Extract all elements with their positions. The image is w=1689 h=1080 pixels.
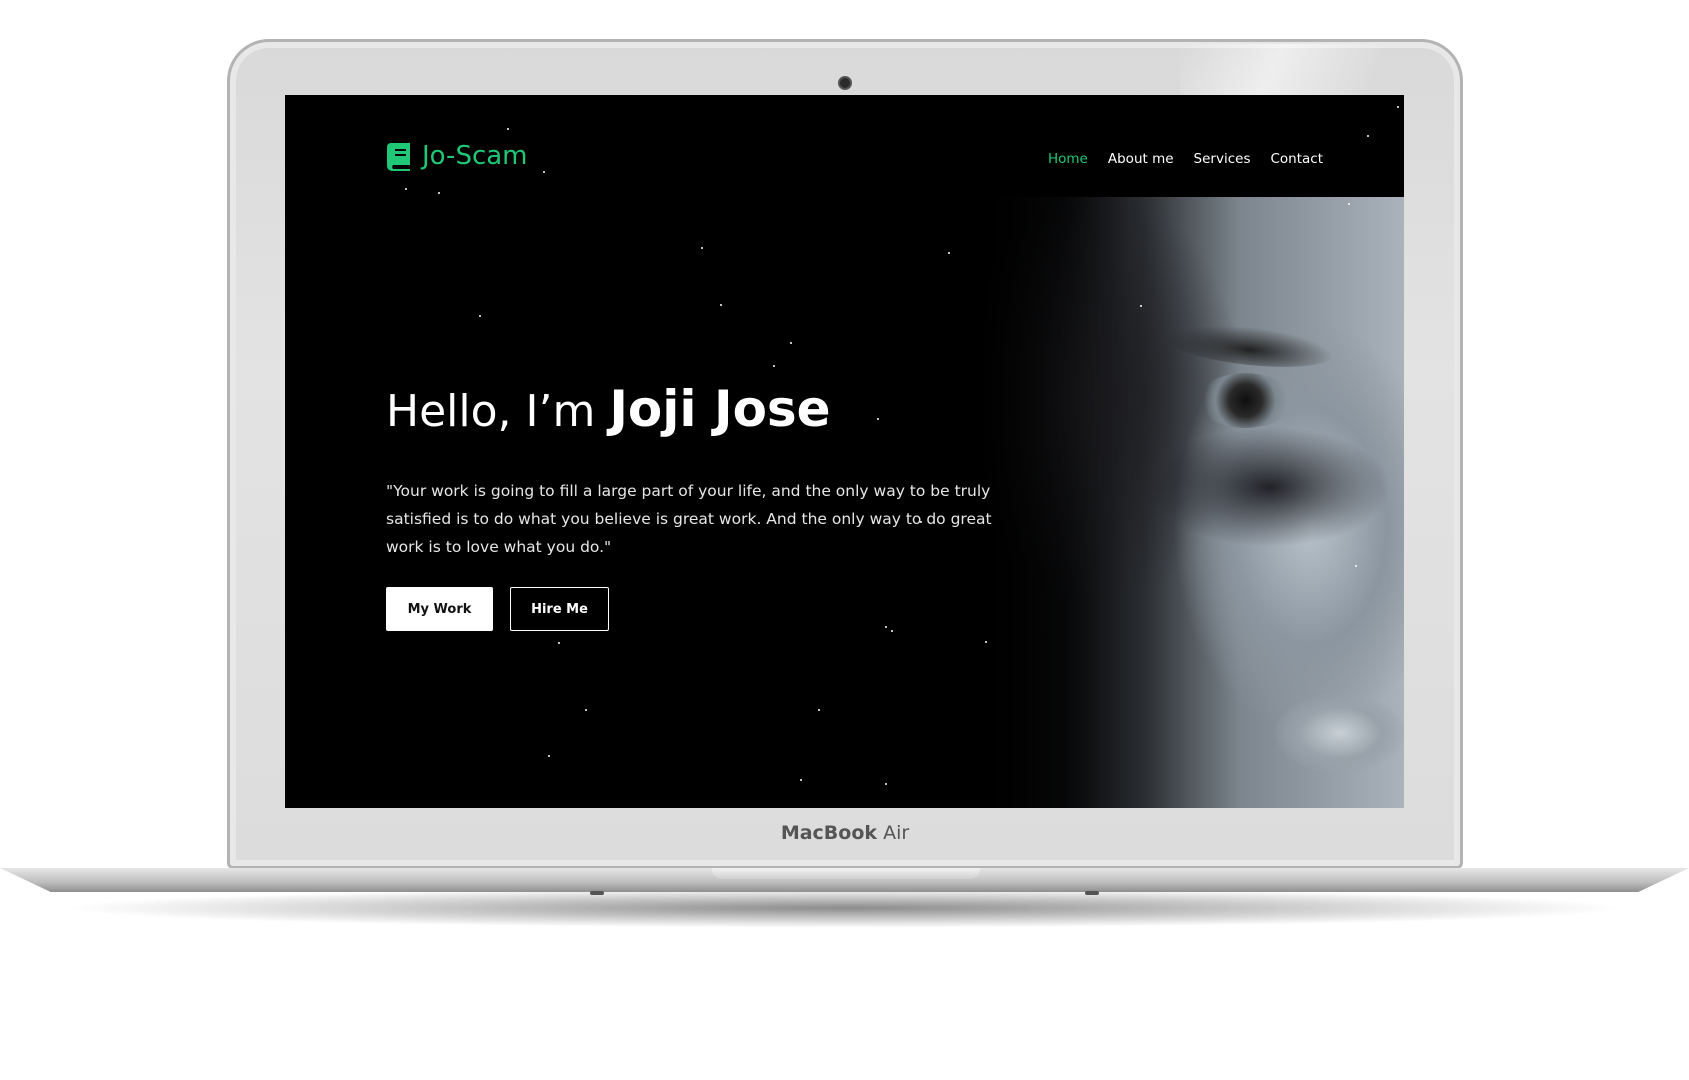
nav-item-home[interactable]: Home: [1048, 151, 1088, 167]
star: [548, 755, 550, 757]
star: [877, 418, 879, 420]
star: [558, 642, 560, 644]
star: [790, 342, 792, 344]
hero-quote: "Your work is going to fill a large part…: [386, 481, 992, 556]
star: [891, 630, 893, 632]
site-logo[interactable]: Jo-Scam: [386, 141, 528, 171]
star: [701, 247, 703, 249]
star: [507, 128, 509, 130]
main-nav: Home About me Services Contact: [1048, 151, 1323, 167]
star: [885, 626, 887, 628]
my-work-button[interactable]: My Work: [386, 587, 493, 631]
star: [800, 779, 802, 781]
device-brand-label: MacBook Air: [780, 822, 910, 844]
website-screen: Jo-Scam Home About me Services Contact H…: [285, 95, 1404, 808]
logo-text: Jo-Scam: [422, 141, 528, 171]
laptop-notch: [712, 868, 980, 879]
star: [1355, 565, 1357, 567]
star: [1140, 305, 1142, 307]
star: [948, 252, 950, 254]
portrait-lips: [1275, 693, 1404, 773]
star: [985, 641, 987, 643]
star: [438, 192, 440, 194]
hero-name: Joji Jose: [609, 380, 831, 438]
nav-item-contact[interactable]: Contact: [1270, 151, 1323, 167]
star: [818, 709, 820, 711]
star: [720, 304, 722, 306]
laptop-foot: [590, 891, 604, 895]
nav-item-about-me[interactable]: About me: [1108, 151, 1174, 167]
webcam-icon: [838, 76, 852, 90]
star: [585, 709, 587, 711]
book-icon: [387, 143, 410, 171]
star: [543, 171, 545, 173]
nav-item-services[interactable]: Services: [1194, 151, 1251, 167]
portrait-eye: [1198, 373, 1293, 428]
star: [1367, 135, 1369, 137]
star: [773, 365, 775, 367]
laptop-foot: [1085, 891, 1099, 895]
hero-greeting: Hello, I’m: [386, 386, 596, 437]
laptop-shadow: [60, 888, 1630, 928]
star: [479, 315, 481, 317]
star: [1397, 106, 1399, 108]
star: [885, 783, 887, 785]
hero-headline: Hello, I’m Joji Jose: [386, 380, 831, 438]
star: [1348, 203, 1350, 205]
star: [405, 188, 407, 190]
hire-me-button[interactable]: Hire Me: [510, 587, 609, 631]
